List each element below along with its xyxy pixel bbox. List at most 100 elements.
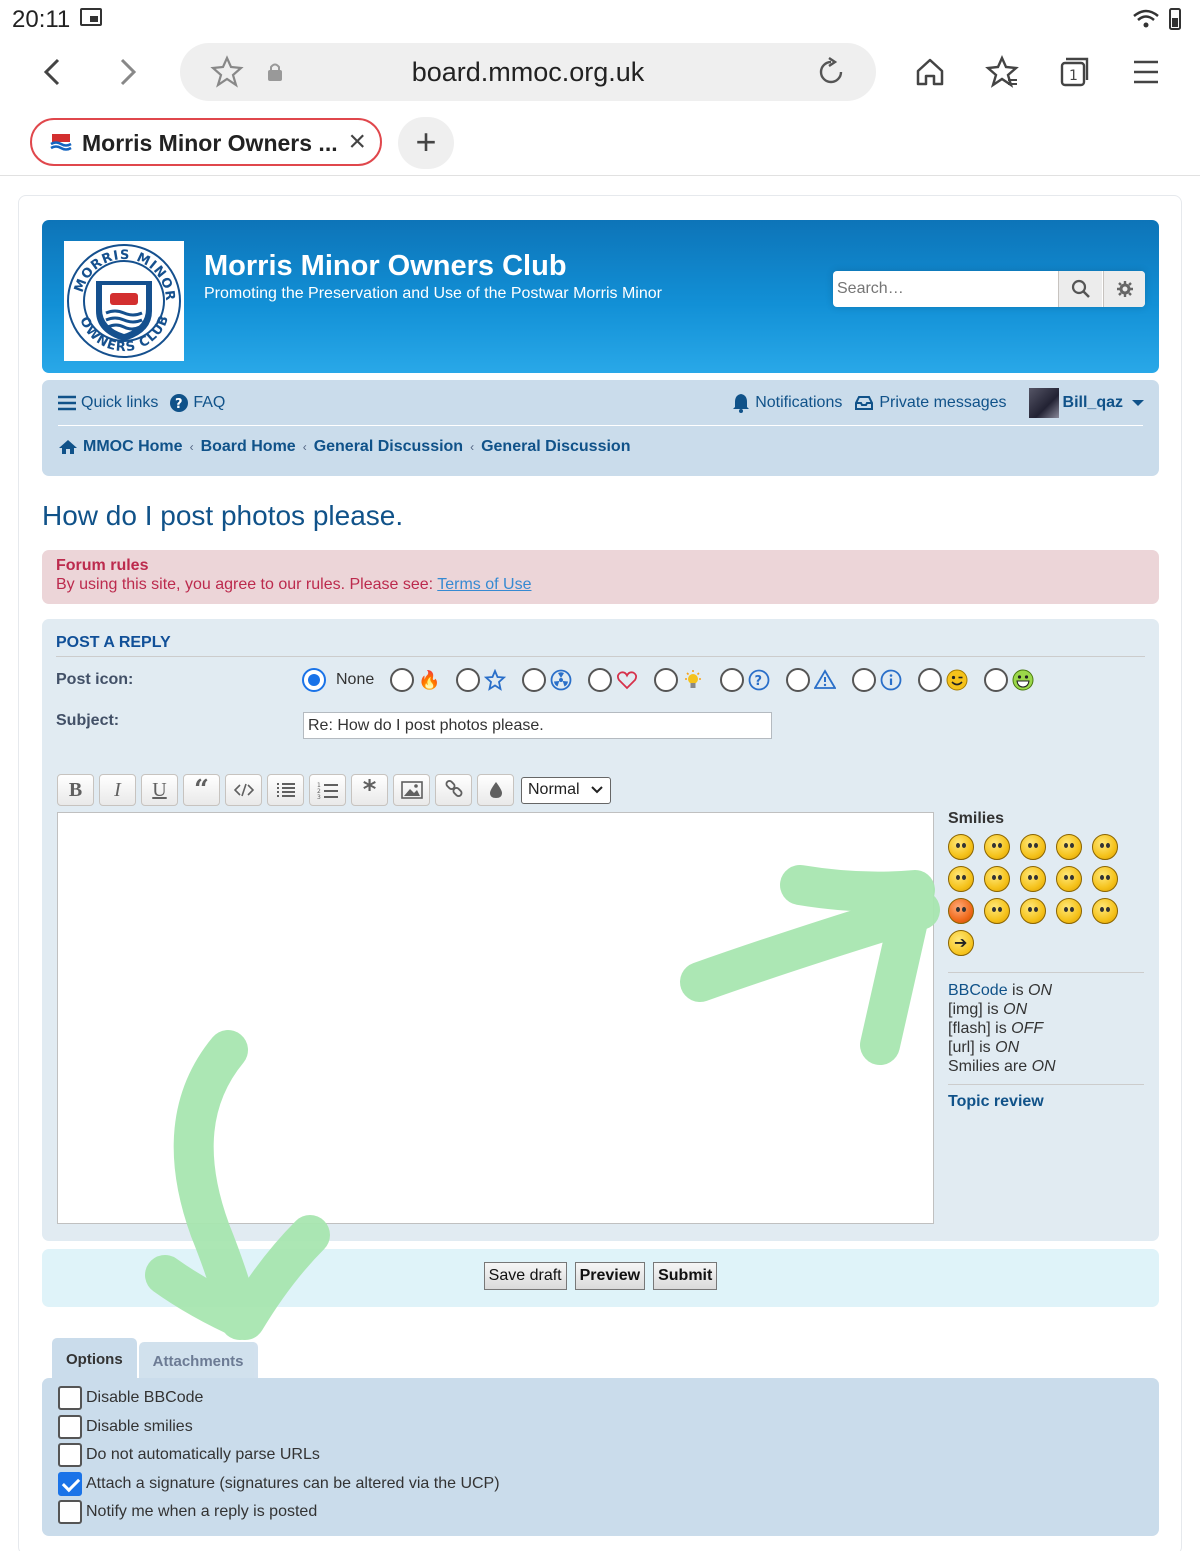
menu-icon[interactable] xyxy=(1124,50,1168,94)
breadcrumb-general-discussion-forum[interactable]: General Discussion xyxy=(481,438,630,456)
smiley-icon[interactable] xyxy=(984,898,1010,924)
post-icon-info-option[interactable] xyxy=(852,668,902,692)
save-draft-button[interactable]: Save draft xyxy=(483,1262,567,1290)
smiley-icon[interactable] xyxy=(948,834,974,860)
topic-review-link[interactable]: Topic review xyxy=(948,1093,1144,1111)
post-icon-radio[interactable] xyxy=(522,668,547,692)
smiley-icon[interactable] xyxy=(948,866,974,892)
terms-of-use-link[interactable]: Terms of Use xyxy=(437,576,531,593)
advanced-search-button[interactable] xyxy=(1103,271,1145,307)
message-textarea[interactable] xyxy=(57,812,934,1224)
user-avatar[interactable] xyxy=(1028,388,1059,418)
post-icon-radio[interactable] xyxy=(720,668,745,692)
smiley-icon[interactable] xyxy=(1020,898,1046,924)
list-item-button[interactable]: * xyxy=(351,774,388,806)
option-disable-smilies[interactable]: Disable smilies xyxy=(58,1415,193,1439)
smiley-icon[interactable] xyxy=(1056,866,1082,892)
post-icon-fire-option[interactable]: 🔥 xyxy=(390,668,440,692)
notifications-link[interactable]: Notifications xyxy=(732,393,842,413)
smiley-icon[interactable] xyxy=(984,834,1010,860)
option-notify-reply[interactable]: Notify me when a reply is posted xyxy=(58,1500,317,1524)
idea-icon xyxy=(682,669,704,691)
smiley-arrow-icon[interactable]: ➔ xyxy=(948,930,974,956)
post-icon-radio[interactable] xyxy=(984,668,1009,692)
post-icon-radio[interactable] xyxy=(456,668,481,692)
post-icon-radio[interactable] xyxy=(918,668,943,692)
font-size-select[interactable]: Normal xyxy=(521,776,611,804)
search-button[interactable] xyxy=(1058,271,1102,307)
breadcrumb-general-discussion[interactable]: General Discussion xyxy=(314,438,463,456)
numbered-list-button[interactable]: 123 xyxy=(309,774,346,806)
smiley-icon[interactable] xyxy=(984,866,1010,892)
back-icon[interactable] xyxy=(32,50,76,94)
option-attach-signature[interactable]: Attach a signature (signatures can be al… xyxy=(58,1472,500,1496)
site-logo[interactable]: MORRIS MINOR OWNERS CLUB xyxy=(64,241,184,361)
post-icon-warning-option[interactable] xyxy=(786,668,837,692)
smiley-icon[interactable] xyxy=(948,898,974,924)
post-icon-wink-option[interactable] xyxy=(918,668,968,692)
faq-link[interactable]: ? FAQ xyxy=(170,394,225,412)
option-checkbox[interactable] xyxy=(58,1386,82,1410)
post-icon-radio[interactable] xyxy=(588,668,613,692)
option-checkbox-checked[interactable] xyxy=(58,1472,82,1496)
post-icon-radioactive-option[interactable] xyxy=(522,668,572,692)
subject-input[interactable] xyxy=(303,712,772,739)
bookmarks-icon[interactable] xyxy=(980,50,1024,94)
reload-icon[interactable] xyxy=(814,55,848,94)
smiley-icon[interactable] xyxy=(1020,866,1046,892)
url-button[interactable] xyxy=(435,774,472,806)
bbcode-help-link[interactable]: BBCode xyxy=(948,982,1008,999)
italic-button[interactable]: I xyxy=(99,774,136,806)
smiley-icon[interactable] xyxy=(1092,898,1118,924)
smiley-icon[interactable] xyxy=(1056,898,1082,924)
site-title[interactable]: Morris Minor Owners Club xyxy=(204,250,567,283)
tab-options[interactable]: Options xyxy=(52,1338,137,1380)
breadcrumb-board-home[interactable]: Board Home xyxy=(201,438,296,456)
smiley-icon[interactable] xyxy=(1092,866,1118,892)
post-icon-none-radio[interactable] xyxy=(302,668,326,692)
post-icon-none-option[interactable]: None xyxy=(302,668,374,692)
tab-title: Morris Minor Owners ... xyxy=(82,130,338,156)
username[interactable]: Bill_qaz xyxy=(1063,394,1123,412)
quote-button[interactable]: “ xyxy=(183,774,220,806)
breadcrumb-mmoc-home[interactable]: MMOC Home xyxy=(83,438,183,456)
option-checkbox[interactable] xyxy=(58,1415,82,1439)
tab-attachments[interactable]: Attachments xyxy=(138,1342,258,1380)
submit-button[interactable]: Submit xyxy=(653,1262,718,1290)
post-icon-question-option[interactable]: ? xyxy=(720,668,770,692)
post-icon-radio[interactable] xyxy=(654,668,679,692)
option-checkbox[interactable] xyxy=(58,1443,82,1467)
smiley-icon[interactable] xyxy=(1020,834,1046,860)
option-disable-magic-url[interactable]: Do not automatically parse URLs xyxy=(58,1443,320,1467)
font-color-button[interactable] xyxy=(477,774,514,806)
option-checkbox[interactable] xyxy=(58,1500,82,1524)
search-input[interactable] xyxy=(833,271,1058,307)
list-button[interactable] xyxy=(267,774,304,806)
new-tab-button[interactable]: + xyxy=(398,117,454,169)
tabs-icon[interactable]: 1 xyxy=(1052,50,1096,94)
bold-button[interactable]: B xyxy=(57,774,94,806)
post-icon-radio[interactable] xyxy=(390,668,415,692)
home-icon[interactable] xyxy=(908,50,952,94)
post-icon-star-option[interactable] xyxy=(456,668,507,692)
topic-title[interactable]: How do I post photos please. xyxy=(42,500,403,532)
quick-links-menu[interactable]: Quick links xyxy=(58,394,158,412)
close-tab-icon[interactable]: × xyxy=(348,127,366,157)
private-messages-link[interactable]: Private messages xyxy=(854,394,1007,412)
post-icon-heart-option[interactable] xyxy=(588,668,638,692)
preview-button[interactable]: Preview xyxy=(574,1262,646,1290)
post-icon-idea-option[interactable] xyxy=(654,668,704,692)
post-icon-grin-option[interactable] xyxy=(984,668,1034,692)
smiley-icon[interactable] xyxy=(1056,834,1082,860)
address-bar[interactable]: board.mmoc.org.uk xyxy=(180,43,876,101)
underline-button[interactable]: U xyxy=(141,774,178,806)
browser-tab-active[interactable]: Morris Minor Owners ... × xyxy=(30,118,382,166)
post-icon-radio[interactable] xyxy=(852,668,877,692)
post-icon-radio[interactable] xyxy=(786,668,811,692)
forward-icon[interactable] xyxy=(104,50,148,94)
smiley-icon[interactable] xyxy=(1092,834,1118,860)
image-button[interactable] xyxy=(393,774,430,806)
code-button[interactable] xyxy=(225,774,262,806)
option-disable-bbcode[interactable]: Disable BBCode xyxy=(58,1386,203,1410)
browser-toolbar: board.mmoc.org.uk 1 xyxy=(0,40,1200,104)
